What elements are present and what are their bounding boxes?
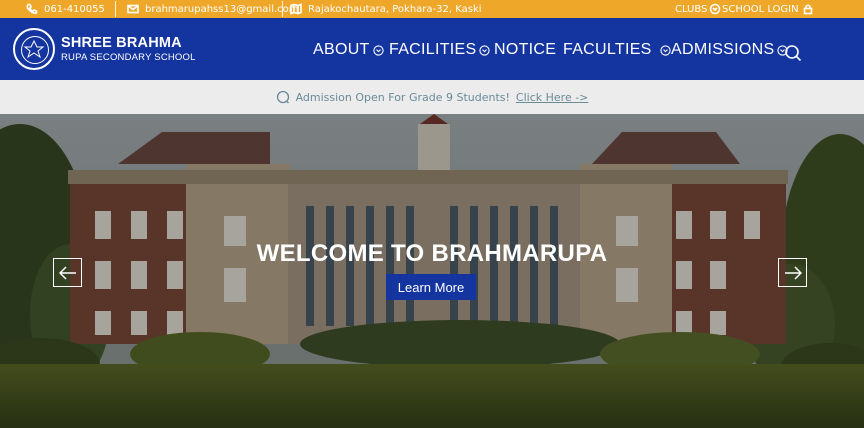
search-icon[interactable] [784, 44, 802, 62]
lock-icon [803, 4, 812, 15]
phone-number: 061-410055 [44, 3, 105, 15]
nav-notice-label: NOTICE [494, 41, 557, 58]
carousel-next-button[interactable] [778, 258, 807, 287]
phone-contact[interactable]: 061-410055 [26, 0, 105, 18]
school-logo[interactable] [13, 28, 55, 70]
nav-faculties-label: FACULTIES [563, 41, 652, 58]
arrow-left-icon [58, 265, 76, 280]
nav-about[interactable]: ABOUT [313, 40, 384, 60]
nav-admissions-label: ADMISSIONS [671, 41, 775, 58]
chevron-down-icon [660, 44, 671, 56]
email-address: brahmarupahss13@gmail.com [145, 3, 299, 15]
nav-about-label: ABOUT [313, 41, 370, 58]
mail-icon [127, 4, 139, 14]
school-login-link[interactable]: SCHOOL LOGIN [722, 0, 814, 18]
school-login-label: SCHOOL LOGIN [722, 3, 799, 15]
hero-banner: WELCOME TO BRAHMARUPA Learn More [0, 114, 864, 428]
clubs-link[interactable]: CLUBS [675, 0, 721, 18]
nav-facilities[interactable]: FACILITIES [389, 40, 491, 60]
map-icon [290, 3, 302, 15]
address-contact[interactable]: Rajakochautara, Pokhara-32, Kaski [290, 0, 482, 18]
announcement-text: Admission Open For Grade 9 Students! [295, 90, 510, 104]
announcement-bar: Admission Open For Grade 9 Students! Cli… [0, 80, 864, 114]
nav-faculties[interactable]: FACULTIES [563, 40, 671, 60]
school-name-line2: RUPA SECONDARY SCHOOL [61, 52, 196, 63]
chevron-down-icon [372, 44, 384, 56]
megaphone-icon [276, 90, 289, 104]
phone-icon [26, 3, 38, 14]
campus-building-image [0, 114, 864, 428]
arrow-right-icon [784, 265, 802, 280]
email-contact[interactable]: brahmarupahss13@gmail.com [127, 0, 299, 18]
nav-facilities-label: FACILITIES [389, 41, 477, 58]
hero-title: WELCOME TO BRAHMARUPA [256, 240, 608, 267]
chevron-down-icon [479, 44, 491, 56]
address-text: Rajakochautara, Pokhara-32, Kaski [308, 3, 482, 15]
nav-notice[interactable]: NOTICE [494, 40, 556, 60]
divider [115, 1, 116, 17]
announcement-link[interactable]: Click Here -> [516, 91, 588, 104]
school-name[interactable]: SHREE BRAHMA RUPA SECONDARY SCHOOL [61, 35, 196, 63]
top-bar: 061-410055 brahmarupahss13@gmail.com Raj… [0, 0, 864, 18]
learn-more-button[interactable]: Learn More [386, 274, 476, 300]
school-name-line1: SHREE BRAHMA [61, 35, 182, 51]
main-navbar: SHREE BRAHMA RUPA SECONDARY SCHOOL ABOUT… [0, 18, 864, 80]
chevron-down-icon [710, 3, 721, 15]
nav-admissions[interactable]: ADMISSIONS [671, 40, 789, 60]
clubs-label: CLUBS [675, 3, 708, 15]
carousel-prev-button[interactable] [53, 258, 82, 287]
divider [282, 1, 283, 17]
star-emblem-icon [23, 39, 45, 59]
